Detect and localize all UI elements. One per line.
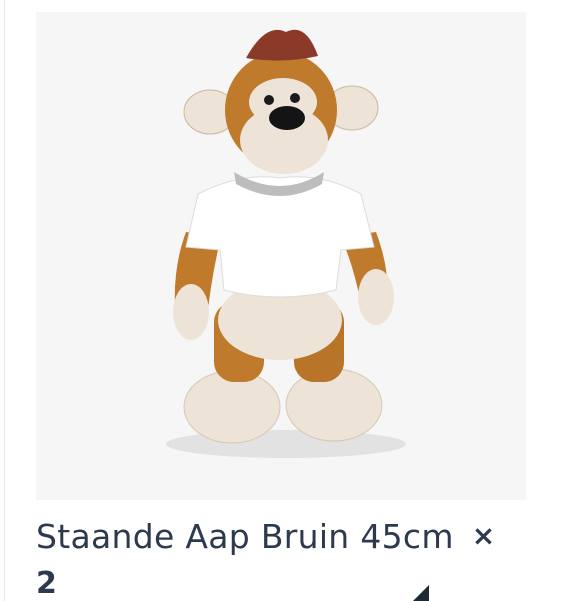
- left-divider: [4, 0, 5, 601]
- close-icon[interactable]: ×: [472, 522, 495, 550]
- product-title-row: Staande Aap Bruin 45cm ×: [36, 512, 551, 560]
- plush-monkey-image: [166, 29, 406, 458]
- dropdown-corner-icon[interactable]: [413, 585, 429, 601]
- product-image[interactable]: [36, 12, 526, 500]
- quantity-value[interactable]: 2: [36, 566, 57, 601]
- product-title[interactable]: Staande Aap Bruin 45cm: [36, 517, 454, 556]
